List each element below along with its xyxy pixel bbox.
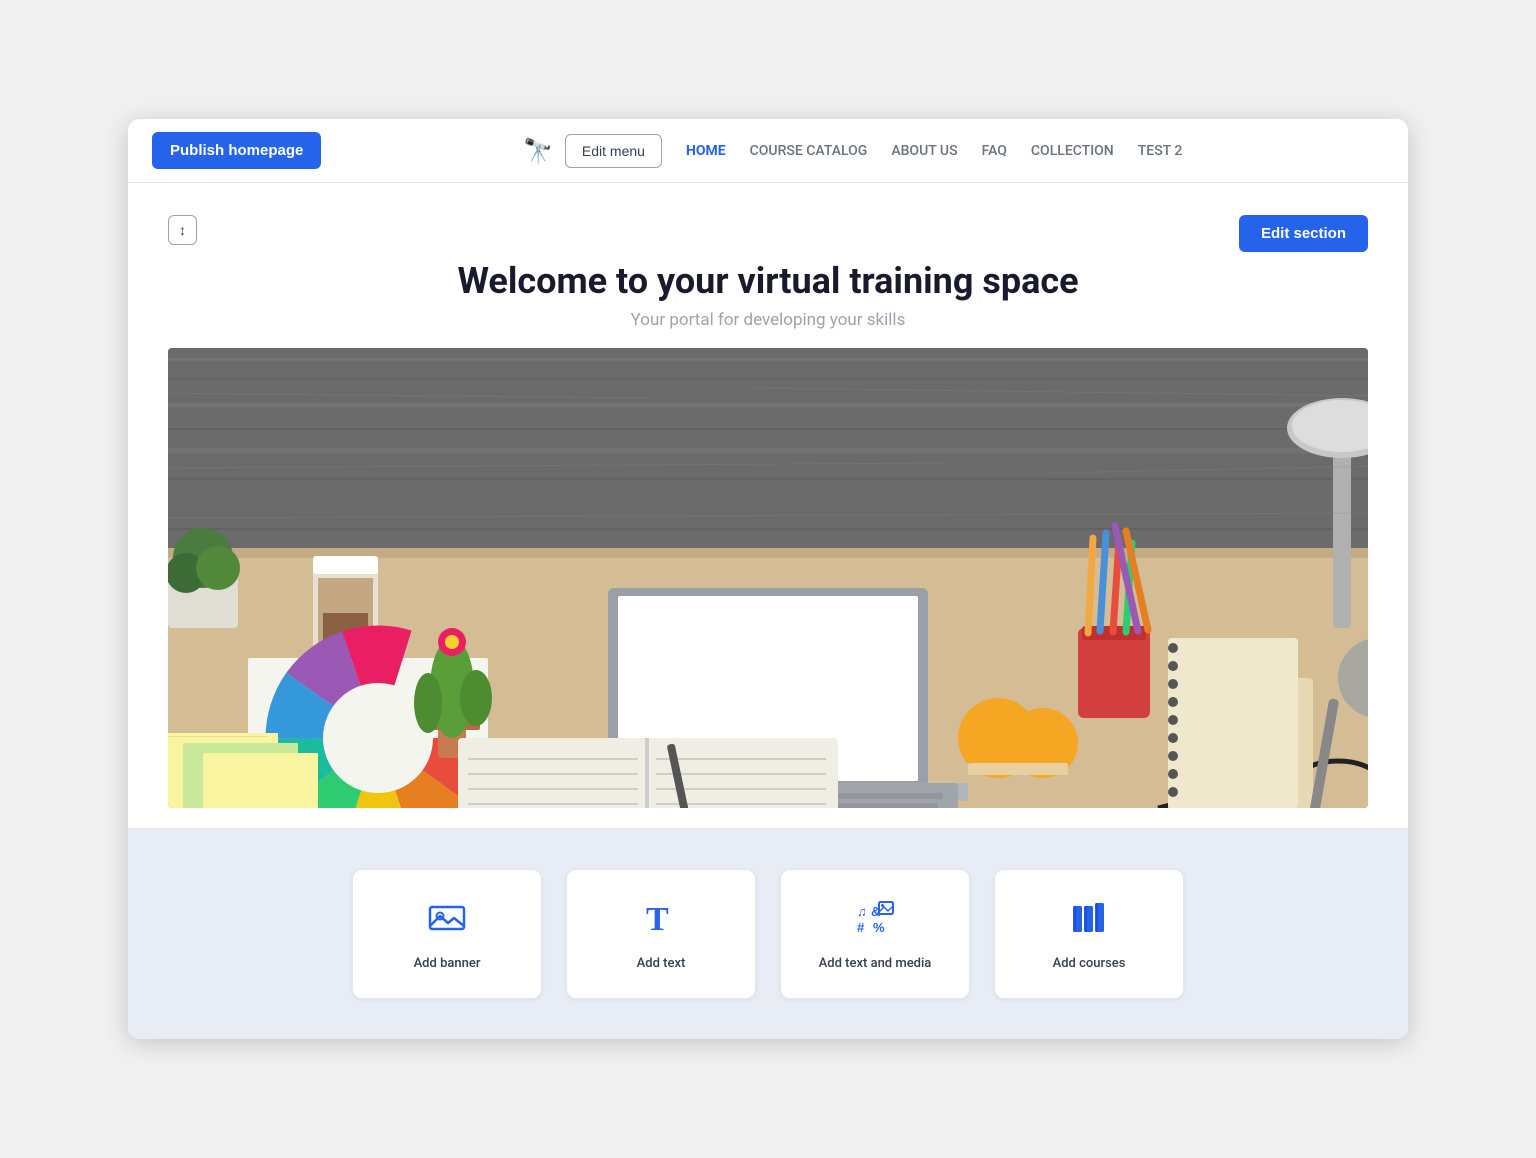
publish-button[interactable]: Publish homepage bbox=[152, 132, 321, 169]
add-courses-label: Add courses bbox=[1053, 956, 1126, 971]
add-text-media-icon: ♫ & # % bbox=[855, 898, 895, 944]
hero-title: Welcome to your virtual training space bbox=[168, 260, 1368, 302]
add-text-card[interactable]: T Add text bbox=[566, 869, 756, 999]
telescope-icon: 🔭 bbox=[523, 137, 553, 165]
hero-image bbox=[168, 348, 1368, 808]
add-courses-card[interactable]: Add courses bbox=[994, 869, 1184, 999]
add-text-icon: T bbox=[641, 898, 681, 944]
svg-text:#: # bbox=[857, 920, 865, 935]
hero-title-wrap: Welcome to your virtual training space Y… bbox=[168, 260, 1368, 330]
hero-section: ↕ Edit section Welcome to your virtual t… bbox=[128, 183, 1408, 829]
svg-text:T: T bbox=[646, 901, 669, 938]
nav-links: HOME COURSE CATALOG ABOUT US FAQ COLLECT… bbox=[686, 143, 1182, 159]
add-text-label: Add text bbox=[637, 956, 686, 971]
add-banner-card[interactable]: Add banner bbox=[352, 869, 542, 999]
add-banner-icon bbox=[427, 898, 467, 944]
add-section: Add banner T Add text ♫ & # % bbox=[128, 829, 1408, 1039]
add-text-media-card[interactable]: ♫ & # % Add text and media bbox=[780, 869, 970, 999]
add-courses-icon bbox=[1069, 898, 1109, 944]
add-text-media-label: Add text and media bbox=[819, 956, 932, 971]
top-nav: Publish homepage 🔭 Edit menu HOME COURSE… bbox=[128, 119, 1408, 183]
add-banner-label: Add banner bbox=[414, 956, 481, 971]
nav-link-faq[interactable]: FAQ bbox=[982, 143, 1007, 159]
nav-link-course-catalog[interactable]: COURSE CATALOG bbox=[750, 143, 868, 159]
move-section-button[interactable]: ↕ bbox=[168, 215, 197, 245]
hero-subtitle: Your portal for developing your skills bbox=[168, 310, 1368, 330]
browser-frame: Publish homepage 🔭 Edit menu HOME COURSE… bbox=[128, 119, 1408, 1039]
nav-center: 🔭 Edit menu HOME COURSE CATALOG ABOUT US… bbox=[523, 134, 1182, 168]
nav-link-home[interactable]: HOME bbox=[686, 143, 726, 159]
svg-text:♫: ♫ bbox=[857, 904, 867, 919]
main-content: ↕ Edit section Welcome to your virtual t… bbox=[128, 183, 1408, 1039]
svg-text:%: % bbox=[873, 920, 885, 935]
edit-menu-button[interactable]: Edit menu bbox=[565, 134, 662, 168]
nav-link-test2[interactable]: TEST 2 bbox=[1138, 143, 1183, 159]
hero-controls: ↕ Edit section bbox=[168, 215, 1368, 252]
edit-section-button[interactable]: Edit section bbox=[1239, 215, 1368, 252]
nav-link-about-us[interactable]: ABOUT US bbox=[891, 143, 957, 159]
nav-link-collection[interactable]: COLLECTION bbox=[1031, 143, 1114, 159]
